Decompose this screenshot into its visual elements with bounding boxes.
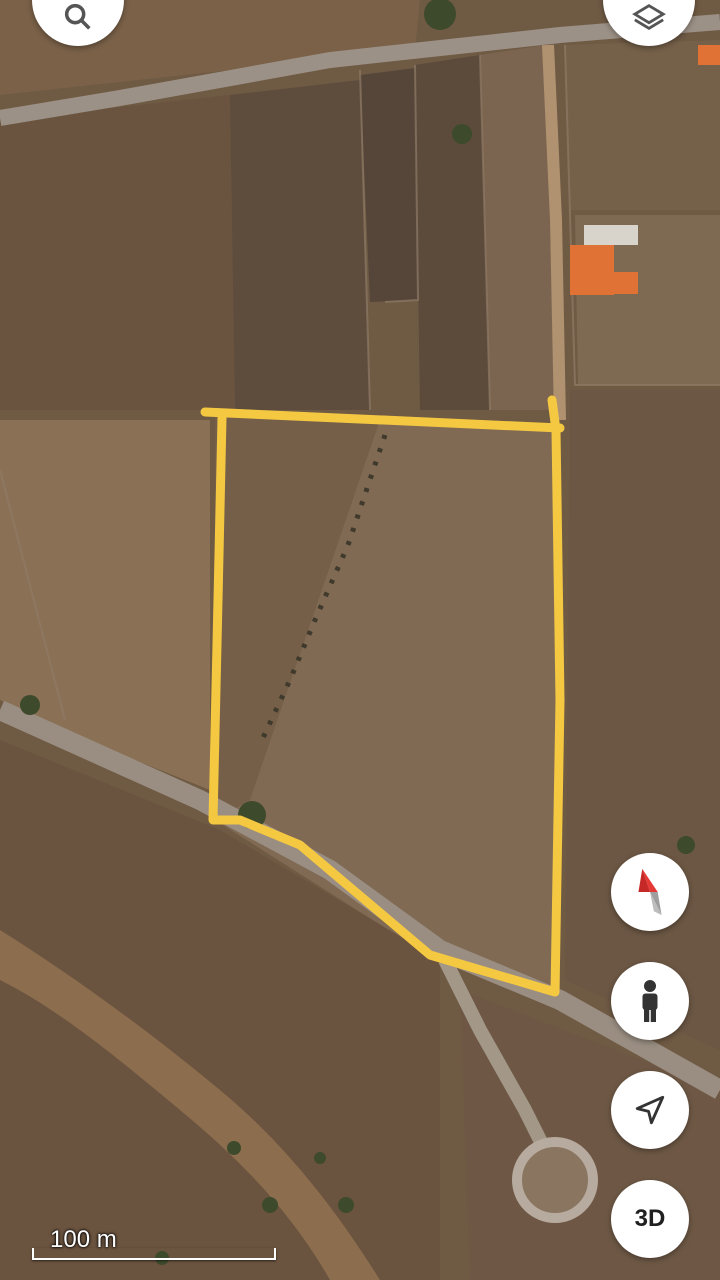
roundabout xyxy=(512,1137,598,1223)
field-parcel xyxy=(415,55,490,410)
house-roof xyxy=(698,45,720,65)
field-parcel xyxy=(230,80,370,410)
house-roof xyxy=(614,272,638,294)
tree xyxy=(452,124,472,144)
field-parcel xyxy=(360,68,418,302)
tree xyxy=(227,1141,241,1155)
tilt-3d-button[interactable]: 3D xyxy=(611,1180,689,1258)
courtyard xyxy=(584,225,638,245)
house-roof xyxy=(570,245,614,295)
scale-bar xyxy=(32,1248,276,1260)
layers-icon xyxy=(632,4,666,30)
compass-button[interactable] xyxy=(611,853,689,931)
field-parcel xyxy=(565,40,720,210)
tree xyxy=(314,1152,326,1164)
my-location-button[interactable] xyxy=(611,1071,689,1149)
compass-icon xyxy=(638,868,662,916)
search-icon xyxy=(64,3,91,30)
field-parcel xyxy=(480,45,555,410)
street-view-button[interactable] xyxy=(611,962,689,1040)
satellite-map[interactable] xyxy=(0,0,720,1280)
tilt-3d-label: 3D xyxy=(634,1205,666,1232)
pegman-icon xyxy=(642,980,658,1022)
field-parcel xyxy=(565,390,720,1050)
map-scale: 100 m xyxy=(32,1226,276,1262)
tree xyxy=(677,836,695,854)
field-parcel xyxy=(0,95,235,410)
navigation-arrow-icon xyxy=(635,1095,665,1125)
tree xyxy=(262,1197,278,1213)
tree xyxy=(338,1197,354,1213)
tree xyxy=(20,695,40,715)
